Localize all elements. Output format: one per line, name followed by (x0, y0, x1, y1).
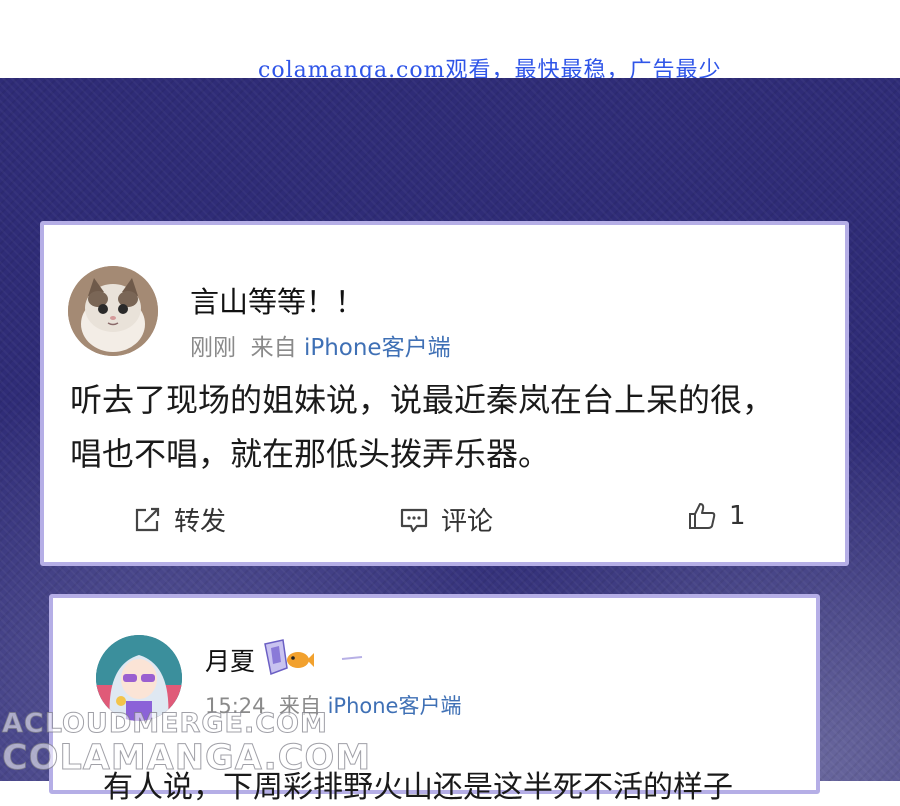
watermark: COLAMANGA.COM (1, 738, 372, 779)
cat-avatar-icon (68, 266, 158, 356)
like-count: 1 (729, 501, 746, 531)
like-icon (689, 503, 716, 529)
watermark: ACLOUDMERGE.COM (2, 708, 328, 740)
post-content: 听去了现场的姐妹说，说最近秦岚在台上呆的很， 唱也不唱，就在那低头拨弄乐器。 (70, 373, 840, 481)
username[interactable]: 月夏 (205, 642, 255, 678)
comment-icon (400, 508, 428, 532)
like-button[interactable]: 1 (687, 501, 746, 531)
weibo-post-card: 言山等等！！ 刚刚 来自 iPhone客户端 听去了现场的姐妹说，说最近秦岚在台… (40, 221, 849, 566)
fish-badge-icon (287, 652, 314, 668)
username[interactable]: 言山等等！！ (190, 279, 364, 321)
repost-label: 转发 (174, 507, 227, 537)
comment-label: 评论 (441, 507, 494, 537)
username-text: 月夏 (205, 647, 256, 676)
from-label: 来自 (250, 335, 297, 361)
client-link[interactable]: iPhone客户端 (328, 694, 462, 718)
post-time: 刚刚 (190, 335, 236, 361)
decor-dash-icon (341, 656, 363, 660)
repost-button[interactable]: 转发 (132, 501, 226, 538)
post-meta: 刚刚 来自 iPhone客户端 (190, 328, 451, 362)
repost-icon (135, 507, 160, 531)
comment-button[interactable]: 评论 (399, 501, 493, 538)
client-link[interactable]: iPhone客户端 (304, 335, 451, 361)
action-bar: 转发 评论 1 (44, 501, 845, 551)
avatar[interactable] (68, 266, 158, 356)
post-content-line: 听去了现场的姐妹说，说最近秦岚在台上呆的很， (70, 381, 775, 419)
post-content-line: 唱也不唱，就在那低头拨弄乐器。 (70, 435, 551, 473)
